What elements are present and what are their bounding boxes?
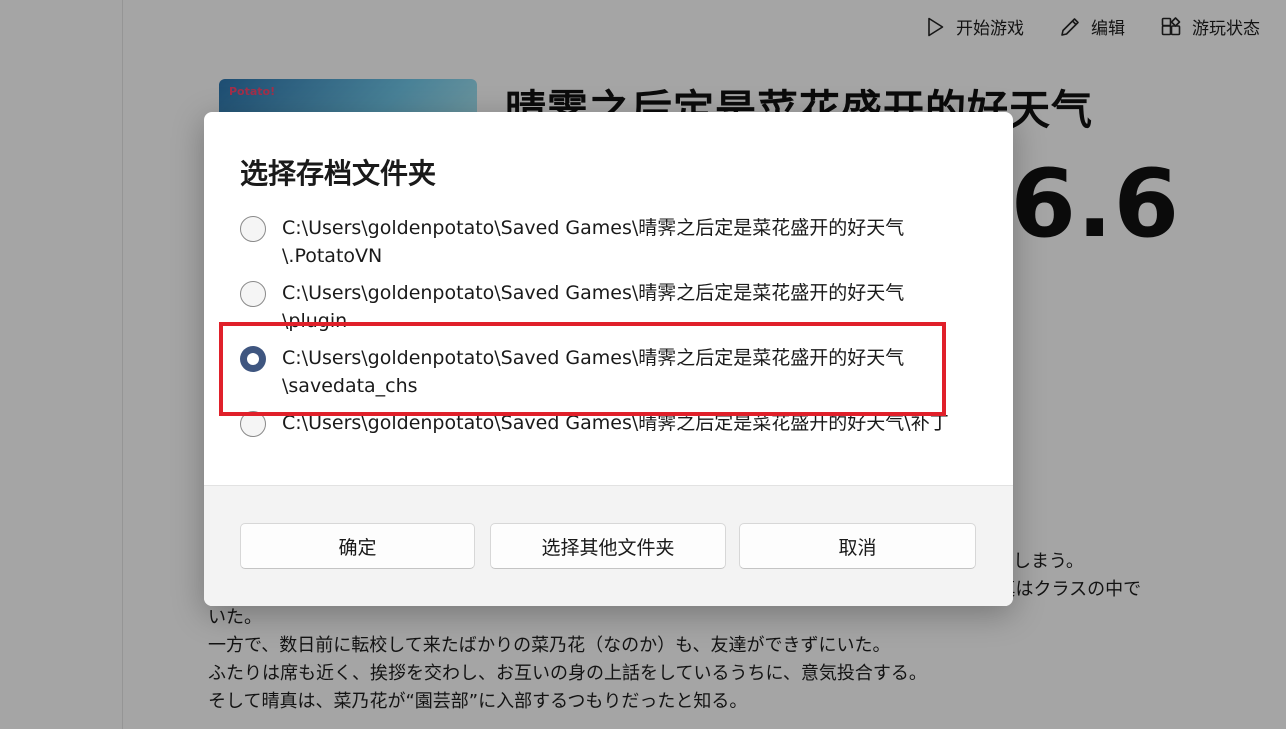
folder-path-line1: C:\Users\goldenpotato\Saved Games\晴霁之后定是… <box>282 282 905 304</box>
confirm-button[interactable]: 确定 <box>240 523 475 569</box>
folder-path-line2: \plugin <box>282 310 348 332</box>
folder-option-potatovn[interactable]: C:\Users\goldenpotato\Saved Games\晴霁之后定是… <box>240 214 972 270</box>
folder-path: C:\Users\goldenpotato\Saved Games\晴霁之后定是… <box>282 214 972 270</box>
cancel-button[interactable]: 取消 <box>739 523 976 569</box>
folder-path-line1: C:\Users\goldenpotato\Saved Games\晴霁之后定是… <box>282 347 905 369</box>
radio-button[interactable] <box>240 281 266 307</box>
folder-option-plugin[interactable]: C:\Users\goldenpotato\Saved Games\晴霁之后定是… <box>240 279 972 335</box>
radio-button[interactable] <box>240 411 266 437</box>
folder-path-line2: \savedata_chs <box>282 375 418 397</box>
dialog-title: 选择存档文件夹 <box>240 157 437 190</box>
folder-path: C:\Users\goldenpotato\Saved Games\晴霁之后定是… <box>282 344 972 400</box>
radio-button-selected[interactable] <box>240 346 266 372</box>
radio-button[interactable] <box>240 216 266 242</box>
folder-path: C:\Users\goldenpotato\Saved Games\晴霁之后定是… <box>282 279 972 335</box>
folder-option-savedata-chs[interactable]: C:\Users\goldenpotato\Saved Games\晴霁之后定是… <box>240 344 972 400</box>
folder-path: C:\Users\goldenpotato\Saved Games\晴霁之后定是… <box>282 409 982 437</box>
folder-path-line1: C:\Users\goldenpotato\Saved Games\晴霁之后定是… <box>282 412 949 434</box>
folder-option-patch[interactable]: C:\Users\goldenpotato\Saved Games\晴霁之后定是… <box>240 409 982 437</box>
folder-path-line1: C:\Users\goldenpotato\Saved Games\晴霁之后定是… <box>282 217 905 239</box>
choose-other-folder-button[interactable]: 选择其他文件夹 <box>490 523 726 569</box>
select-save-folder-dialog: 选择存档文件夹 C:\Users\goldenpotato\Saved Game… <box>204 112 1013 606</box>
folder-path-line2: \.PotatoVN <box>282 245 383 267</box>
dialog-footer: 确定 选择其他文件夹 取消 <box>204 485 1013 606</box>
